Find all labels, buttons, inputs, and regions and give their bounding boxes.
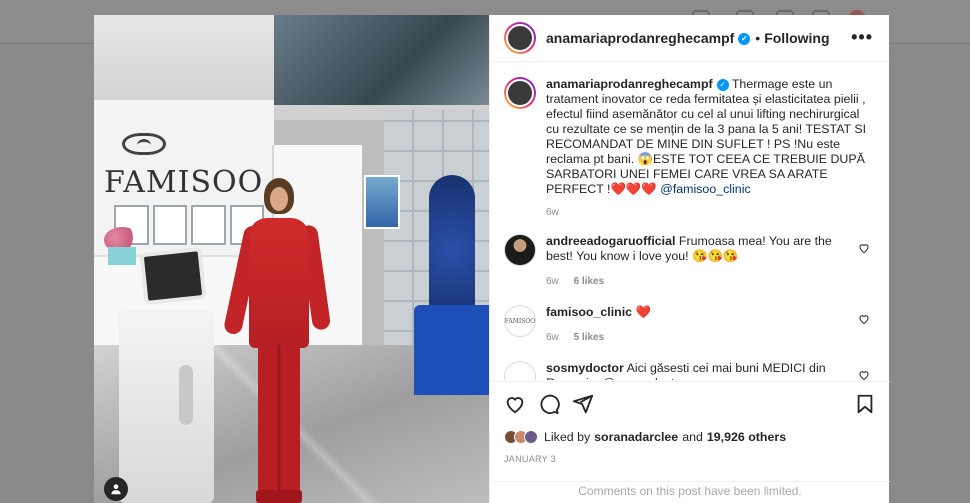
photo-person-legs (258, 345, 300, 495)
comment-username[interactable]: andreeadogaruofficial (546, 234, 675, 248)
photo-person-face (270, 187, 288, 211)
separator-dot: • (755, 30, 761, 46)
famisoo-logo-icon (122, 133, 166, 155)
comment-meta: 6w 6 likes (546, 274, 856, 289)
author-username[interactable]: anamariaprodanreghecampf ✓ (546, 30, 751, 46)
comment-meta: 6w 5 likes (546, 330, 856, 345)
liked-by-and: and (682, 430, 703, 444)
comment-item: FAMISOO famisoo_clinic ❤️ 6w 5 likes (504, 305, 876, 345)
post-header: anamariaprodanreghecampf ✓ • Following ••… (490, 15, 889, 62)
comment-likes[interactable]: 6 likes (574, 276, 605, 287)
caption-text: Thermage este un tratament inovator ce r… (546, 77, 867, 196)
photo-vase (108, 247, 136, 265)
caption-username[interactable]: anamariaprodanreghecampf (546, 77, 713, 91)
photo-machine-screen (139, 246, 207, 306)
like-heart-icon[interactable] (504, 393, 526, 415)
comments-list[interactable]: anamariaprodanreghecampf ✓ Thermage este … (490, 63, 890, 380)
share-icon[interactable] (572, 393, 594, 415)
post-details-pane: anamariaprodanreghecampf ✓ • Following ••… (489, 15, 890, 503)
comment-likes[interactable]: 5 likes (574, 332, 605, 343)
liked-by-others-link[interactable]: 19,926 others (707, 430, 786, 444)
comment-username[interactable]: sosmydoctor (546, 361, 624, 375)
post-actions: Liked by soranadarclee and 19,926 others… (490, 381, 890, 486)
photo-person-jacket (249, 218, 309, 348)
caption-age[interactable]: 6w (546, 207, 876, 218)
comment-avatar[interactable] (504, 361, 536, 380)
photo-machine-handle (179, 365, 193, 425)
liked-by-prefix: Liked by (544, 430, 591, 444)
verified-badge-icon: ✓ (738, 33, 751, 46)
photo-ceiling-glass (274, 15, 489, 105)
photo-mannequin (429, 175, 475, 325)
photo-blue-sofa (414, 305, 489, 395)
more-options-icon[interactable]: ••• (851, 28, 873, 46)
liked-by-user-link[interactable]: soranadarclee (594, 430, 678, 444)
caption-mention-link[interactable]: @famisoo_clinic (660, 182, 750, 196)
caption-avatar[interactable] (504, 77, 536, 109)
verified-badge-icon: ✓ (716, 78, 729, 91)
liked-by-row: Liked by soranadarclee and 19,926 others (504, 430, 876, 444)
user-icon (111, 484, 121, 495)
comment-text: ❤️ (635, 305, 651, 319)
famisoo-logo-text: FAMISOO (104, 165, 264, 200)
post-photo[interactable]: FAMISOO (94, 15, 489, 503)
comment-avatar[interactable] (504, 234, 536, 266)
comment-username[interactable]: famisoo_clinic (546, 305, 632, 319)
comment-age[interactable]: 6w (546, 332, 559, 343)
photo-painting (364, 175, 400, 229)
comment-item: sosmydoctor Aici găsesti cei mai buni ME… (504, 361, 876, 380)
photo-thermage-machine (119, 310, 214, 503)
photo-person-shoes (256, 490, 302, 503)
comment-avatar[interactable]: FAMISOO (504, 305, 536, 337)
post-date[interactable]: JANUARY 3 (504, 454, 876, 464)
following-button[interactable]: Following (764, 30, 829, 46)
comments-limited-notice: Comments on this post have been limited. (490, 481, 890, 503)
comment-item: andreeadogaruofficial Frumoasa mea! You … (504, 234, 876, 289)
save-bookmark-icon[interactable] (854, 393, 876, 415)
tagged-users-button[interactable] (104, 477, 128, 501)
author-avatar[interactable] (504, 22, 536, 54)
comment-age[interactable]: 6w (546, 276, 559, 287)
liker-avatars (504, 430, 538, 444)
post-modal: FAMISOO anamariaprodanreghecampf ✓ • Fol… (94, 15, 890, 503)
caption: anamariaprodanreghecampf ✓ Thermage este … (504, 77, 876, 197)
comment-like-heart-icon[interactable] (858, 242, 870, 254)
comment-like-heart-icon[interactable] (858, 313, 870, 325)
caption-hearts: ❤️❤️❤️ (610, 182, 657, 196)
comment-like-heart-icon[interactable] (858, 369, 870, 380)
comment-icon[interactable] (538, 393, 560, 415)
